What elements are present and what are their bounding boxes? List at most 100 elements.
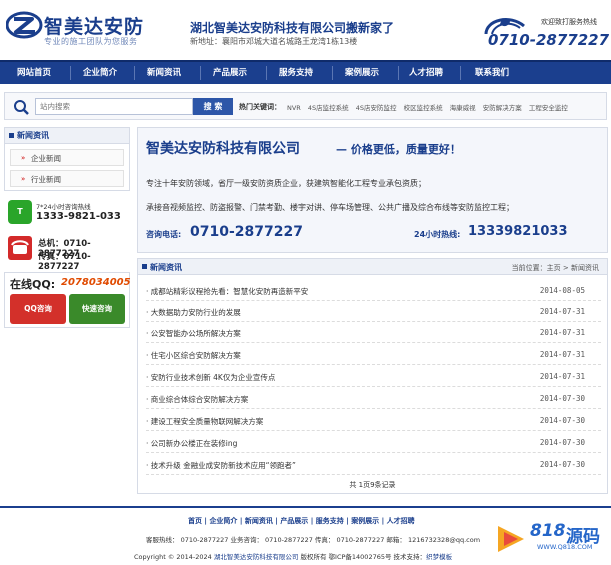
footer-link-home[interactable]: 首页 [188,517,202,525]
logo-icon [6,11,43,39]
qq-number: 2078034005 [61,277,131,288]
news-row[interactable]: · 公安智能办公场所解决方案 2014-07-31 [146,322,601,343]
welcome-text: 欢迎致打服务热线 [541,18,597,26]
nav-about[interactable]: 企业简介 [70,62,130,84]
news-row[interactable]: · 安防行业技术创新 4K仅为企业宣传点 2014-07-31 [146,366,601,387]
sidebar-item-company-news[interactable]: 企业新闻 [10,149,124,167]
telephone-icon [8,236,32,260]
sidebar-item-industry-news[interactable]: 行业新闻 [10,170,124,188]
news-item-title[interactable]: · 住宅小区综合安防解决方案 [146,350,241,361]
hot-keyword[interactable]: 海康威视 [450,104,476,112]
nav-home[interactable]: 网站首页 [4,62,64,84]
news-item-date: 2014-08-05 [539,286,585,295]
footer-link-products[interactable]: 产品展示 [280,517,308,525]
footer-link-news[interactable]: 新闻资讯 [245,517,273,525]
logo-slogan: 专业的施工团队为您服务 [44,37,138,46]
hot-keywords: NVR 4S店监控系统 4S店安防监控 校区监控系统 海康威视 安防解决方案 工… [287,102,573,112]
icp-text: 版权所有 鄂ICP备14002765号 技术支持： [298,553,427,561]
banner-24h-number: 13339821033 [468,224,568,239]
news-item-title[interactable]: · 公司新办公楼正在装修ing [146,438,237,449]
search-button[interactable]: 搜 索 [193,98,233,115]
banner-subtitle: — 价格更低，质量更好！ [336,143,461,156]
hot-keyword[interactable]: NVR [287,104,301,112]
news-item-title[interactable]: · 成都站精彩议程抢先看：智慧化安防再造新平安 [146,286,308,297]
footer-contact-line: 客服热线： 0710-2877227 业务咨询： 0710-2877227 传真… [146,536,481,544]
hot-keyword[interactable]: 4S店监控系统 [308,104,349,112]
news-item-title[interactable]: · 公安智能办公场所解决方案 [146,328,241,339]
news-item-title[interactable]: · 建设工程安全质量物联网解决方案 [146,416,263,427]
news-row[interactable]: · 住宅小区综合安防解决方案 2014-07-31 [146,344,601,365]
nav-jobs[interactable]: 人才招聘 [396,62,456,84]
qq-title: 在线QQ: [10,278,56,291]
hotline-number: 1333-9821-033 [36,211,121,222]
nav-service[interactable]: 服务支持 [266,62,326,84]
news-row[interactable]: · 大数据助力安防行业的发展 2014-07-31 [146,301,601,322]
news-row[interactable]: · 商业综合体综合安防解决方案 2014-07-30 [146,388,601,409]
banner-24h-label: 24小时热线: [414,230,461,239]
company-link[interactable]: 湖北智美达安防科技有限公司 [214,553,299,561]
company-banner: 智美达安防科技有限公司 — 价格更低，质量更好！ 专注十年安防领域，省厅一级安防… [137,127,608,253]
news-row[interactable]: · 成都站精彩议程抢先看：智慧化安防再造新平安 2014-08-05 [146,280,601,301]
hot-keyword[interactable]: 安防解决方案 [483,104,522,112]
news-item-date: 2014-07-31 [539,372,585,381]
main-nav: 网站首页 企业简介 新闻资讯 产品展示 服务支持 案例展示 人才招聘 联系我们 [0,60,611,84]
banner-title: 智美达安防科技有限公司 [146,141,300,157]
nav-news[interactable]: 新闻资讯 [134,62,194,84]
footer-link-cases[interactable]: 案例展示 [351,517,379,525]
tech-support-link[interactable]: 织梦模板 [426,553,452,561]
news-item-date: 2014-07-30 [539,460,585,469]
hotline-label: 7*24小时咨询热线 [36,203,91,211]
pagination: 共 1页9条记录 [349,481,396,489]
search-bar: 搜 索 热门关键词： NVR 4S店监控系统 4S店安防监控 校区监控系统 海康… [4,92,607,120]
footer-copyright: Copyright © 2014-2024 湖北智美达安防科技有限公司 版权所有… [134,551,452,561]
news-item-date: 2014-07-30 [539,416,585,425]
footer-link-about[interactable]: 企业简介 [209,517,237,525]
watermark-number: 818 [530,521,566,541]
sidebar-contact: T 7*24小时咨询热线 1333-9821-033 总机：0710-28772… [4,196,130,272]
search-icon [14,100,29,115]
quick-consult-button[interactable]: 快速咨询 [69,294,125,324]
news-item-date: 2014-07-31 [539,328,585,337]
footer-link-jobs[interactable]: 人才招聘 [387,517,415,525]
banner-tel-label: 咨询电话: [146,230,182,239]
footer-links: 首页 | 企业简介 | 新闻资讯 | 产品展示 | 服务支持 | 案例展示 | … [188,517,415,525]
news-item-title[interactable]: · 安防行业技术创新 4K仅为企业宣传点 [146,372,275,383]
sidebar-news-box: 新闻资讯 企业新闻 行业新闻 [4,127,130,191]
news-item-date: 2014-07-31 [539,307,585,316]
banner-desc-2: 承接音视频监控、防盗报警、门禁考勤、楼宇对讲、停车场管理、公共广播及综合布线等安… [146,203,514,212]
nav-contact[interactable]: 联系我们 [462,62,522,84]
search-input[interactable] [35,98,193,115]
copyright-text: Copyright © 2014-2024 [134,553,214,561]
nav-divider [460,66,461,80]
news-item-title[interactable]: · 技术升级 金融业成安防新技术应用“领跑者” [146,460,296,471]
qq-consult-button[interactable]: QQ咨询 [10,294,66,324]
nav-cases[interactable]: 案例展示 [332,62,392,84]
logo-text[interactable]: 智美达安防 [44,12,144,39]
hot-keyword[interactable]: 工程安全监控 [529,104,568,112]
news-item-date: 2014-07-30 [539,394,585,403]
news-title: 新闻资讯 [142,263,182,272]
nav-products[interactable]: 产品展示 [200,62,260,84]
fax-number: 传真：0710-2877227 [38,252,91,272]
banner-tel: 0710-2877227 [190,224,303,240]
news-item-title[interactable]: · 大数据助力安防行业的发展 [146,307,241,318]
relocation-title: 湖北智美达安防科技有限公司搬新家了 [190,21,395,35]
news-row[interactable]: · 技术升级 金融业成安防新技术应用“领跑者” 2014-07-30 [146,454,601,475]
news-row[interactable]: · 公司新办公楼正在装修ing 2014-07-30 [146,432,601,453]
hot-keyword[interactable]: 4S店安防监控 [356,104,397,112]
news-list-panel: 新闻资讯 当前位置：主页 > 新闻资讯 · 成都站精彩议程抢先看：智慧化安防再造… [137,258,608,494]
watermark-url: WWW.Q818.COM [537,543,593,551]
news-header: 新闻资讯 当前位置：主页 > 新闻资讯 [138,259,607,275]
banner-desc-1: 专注十年安防领域，省厅一级安防资质企业，获建筑智能化工程专业承包资质； [146,179,426,188]
hot-keyword[interactable]: 校区监控系统 [404,104,443,112]
site-header: 智美达安防 专业的施工团队为您服务 湖北智美达安防科技有限公司搬新家了 新地址：… [0,0,611,60]
news-row[interactable]: · 建设工程安全质量物联网解决方案 2014-07-30 [146,410,601,431]
news-item-date: 2014-07-30 [539,438,585,447]
footer-link-service[interactable]: 服务支持 [316,517,344,525]
relocation-address: 新地址：襄阳市邓城大道名城路王龙湾1栋13楼 [190,37,358,46]
news-item-title[interactable]: · 商业综合体综合安防解决方案 [146,394,248,405]
news-item-date: 2014-07-31 [539,350,585,359]
sidebar-title: 新闻资讯 [5,128,129,144]
hotline-icon: T [8,200,32,224]
breadcrumb[interactable]: 当前位置：主页 > 新闻资讯 [512,263,599,273]
